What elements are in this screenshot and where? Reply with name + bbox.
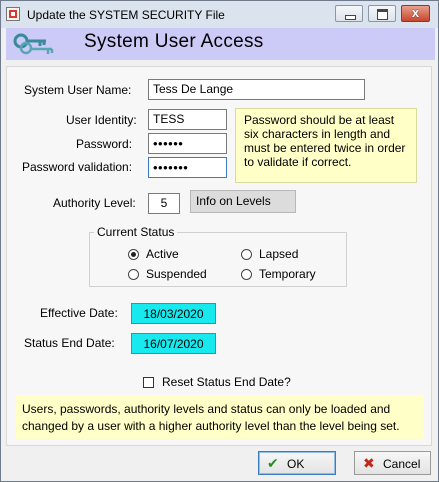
password-input[interactable]: •••••• — [148, 133, 227, 154]
radio-button-icon — [241, 269, 252, 280]
status-suspended-label: Suspended — [146, 267, 207, 281]
dialog-window: Update the SYSTEM SECURITY File x System… — [0, 0, 439, 482]
status-lapsed-label: Lapsed — [259, 247, 299, 261]
window-title: Update the SYSTEM SECURITY File — [27, 8, 225, 22]
status-active-radio[interactable]: Active — [128, 247, 179, 261]
close-icon: x — [411, 5, 420, 20]
user-identity-label: User Identity: — [66, 113, 137, 127]
ok-button-label: OK — [287, 457, 305, 471]
status-temporary-label: Temporary — [259, 267, 316, 281]
authority-level-label: Authority Level: — [53, 196, 136, 210]
minimize-icon — [345, 15, 356, 20]
status-end-date-input[interactable]: 16/07/2020 — [131, 333, 216, 354]
radio-button-icon — [241, 249, 252, 260]
maximize-icon — [377, 9, 388, 20]
ok-button[interactable]: ✔ OK — [258, 451, 336, 475]
password-validation-label: Password validation: — [22, 160, 133, 174]
checkmark-icon: ✔ — [267, 455, 279, 471]
effective-date-label: Effective Date: — [40, 306, 118, 320]
cancel-button-label: Cancel — [383, 457, 421, 471]
current-status-legend: Current Status — [94, 225, 178, 239]
user-name-label: System User Name: — [24, 83, 132, 97]
password-note: Password should be at least six characte… — [235, 108, 417, 183]
status-end-date-label: Status End Date: — [24, 336, 115, 350]
status-lapsed-radio[interactable]: Lapsed — [241, 247, 298, 261]
radio-button-icon — [128, 249, 139, 260]
page-title: System User Access — [84, 31, 264, 52]
effective-date-input[interactable]: 18/03/2020 — [131, 303, 216, 324]
minimize-button[interactable] — [335, 5, 363, 22]
user-name-input[interactable]: Tess De Lange — [148, 79, 365, 100]
title-bar[interactable]: Update the SYSTEM SECURITY File x — [1, 1, 438, 28]
maximize-button[interactable] — [368, 5, 396, 22]
cross-icon: ✖ — [363, 455, 375, 471]
reset-status-end-date-checkbox[interactable]: Reset Status End Date? — [143, 375, 291, 389]
radio-button-icon — [128, 269, 139, 280]
checkbox-icon — [143, 377, 154, 388]
authority-level-input[interactable]: 5 — [148, 193, 180, 214]
status-suspended-radio[interactable]: Suspended — [128, 267, 207, 281]
close-button[interactable]: x — [401, 5, 430, 22]
app-icon — [6, 7, 20, 21]
status-temporary-radio[interactable]: Temporary — [241, 267, 316, 281]
cancel-button[interactable]: ✖ Cancel — [354, 451, 431, 475]
reset-status-end-date-label: Reset Status End Date? — [162, 375, 291, 389]
status-active-label: Active — [146, 247, 179, 261]
info-on-levels-button[interactable]: Info on Levels — [190, 190, 296, 213]
password-validation-input[interactable]: ••••••• — [148, 157, 227, 178]
password-label: Password: — [76, 137, 133, 151]
authority-note: Users, passwords, authority levels and s… — [16, 395, 424, 439]
keys-icon — [13, 33, 54, 55]
user-identity-input[interactable]: TESS — [148, 109, 227, 130]
header-banner: System User Access — [6, 28, 435, 60]
